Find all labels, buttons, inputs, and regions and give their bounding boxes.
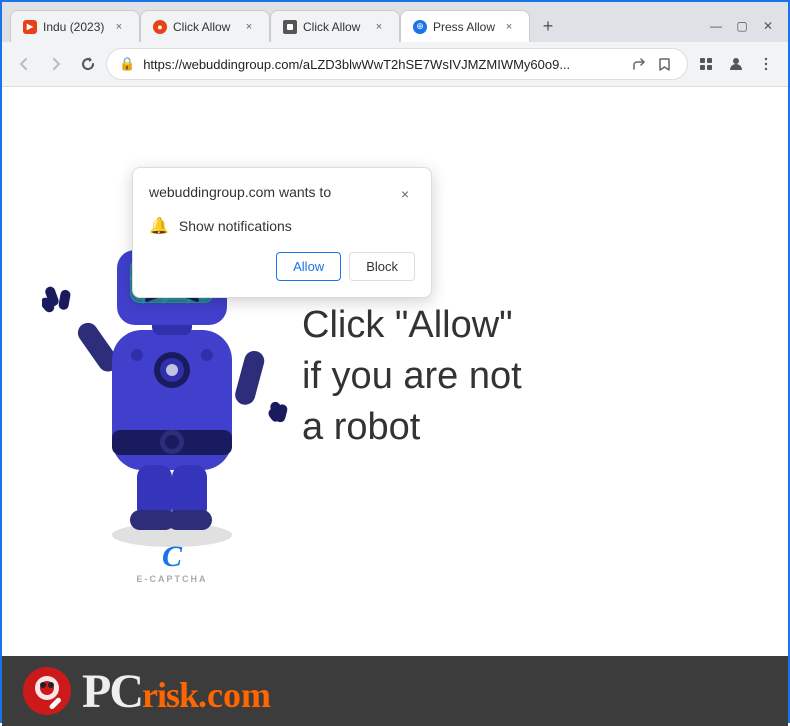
ecaptcha-section: C E-CAPTCHA: [137, 540, 208, 584]
maximize-button[interactable]: ▢: [730, 14, 754, 38]
tab-close-click2[interactable]: ×: [371, 19, 387, 35]
pcrisk-text: PC risk .com: [82, 664, 271, 719]
main-text-line2: if you are not: [302, 351, 522, 402]
pcrisk-icon: [22, 666, 72, 716]
new-tab-button[interactable]: +: [534, 12, 562, 40]
brand-bar: PC risk .com: [2, 656, 788, 726]
nav-bar: 🔒 https://webuddingroup.com/aLZD3blwWwT2…: [2, 42, 788, 86]
tab-title-indu: Indu (2023): [43, 20, 105, 34]
minimize-button[interactable]: —: [704, 14, 728, 38]
pc-text: PC: [82, 664, 142, 719]
extensions-button[interactable]: [692, 50, 720, 78]
menu-button[interactable]: [752, 50, 780, 78]
main-text: Click "Allow" if you are not a robot: [302, 300, 748, 454]
tab-indu[interactable]: ▶ Indu (2023) ×: [10, 10, 140, 42]
tab-favicon-press: ⊕: [413, 20, 427, 34]
dotcom-text: .com: [198, 674, 271, 716]
toolbar-actions: [692, 50, 780, 78]
lock-icon: 🔒: [119, 56, 135, 72]
popup-close-button[interactable]: ×: [395, 184, 415, 204]
tab-close-press[interactable]: ×: [501, 19, 517, 35]
url-text: https://webuddingroup.com/aLZD3blwWwT2hS…: [143, 57, 619, 72]
page-content: webuddingroup.com wants to × 🔔 Show noti…: [2, 87, 788, 726]
tab-press-allow[interactable]: ⊕ Press Allow ×: [400, 10, 530, 42]
tab-title-press: Press Allow: [433, 20, 495, 34]
block-button[interactable]: Block: [349, 252, 415, 281]
address-bar[interactable]: 🔒 https://webuddingroup.com/aLZD3blwWwT2…: [106, 48, 688, 80]
share-icon[interactable]: [627, 53, 649, 75]
tab-favicon-indu: ▶: [23, 20, 37, 34]
tab-bar: ▶ Indu (2023) × ● Click Allow × Click Al…: [2, 2, 788, 42]
tab-title-click1: Click Allow: [173, 20, 235, 34]
refresh-button[interactable]: [74, 50, 102, 78]
tab-close-click1[interactable]: ×: [241, 19, 257, 35]
forward-button[interactable]: [42, 50, 70, 78]
allow-button[interactable]: Allow: [276, 252, 341, 281]
notification-popup: webuddingroup.com wants to × 🔔 Show noti…: [132, 167, 432, 298]
risk-text: risk: [142, 674, 198, 716]
popup-permission: 🔔 Show notifications: [149, 216, 415, 236]
permission-label: Show notifications: [179, 218, 292, 234]
tab-title-click2: Click Allow: [303, 20, 365, 34]
bell-icon: 🔔: [149, 216, 169, 236]
bookmark-icon[interactable]: [653, 53, 675, 75]
main-text-line3: a robot: [302, 402, 522, 453]
tab-click-allow-1[interactable]: ● Click Allow ×: [140, 10, 270, 42]
popup-header: webuddingroup.com wants to ×: [149, 184, 415, 204]
ecaptcha-c-icon: C: [162, 540, 182, 574]
close-window-button[interactable]: ✕: [756, 14, 780, 38]
tab-close-indu[interactable]: ×: [111, 19, 127, 35]
popup-buttons: Allow Block: [149, 252, 415, 281]
profile-button[interactable]: [722, 50, 750, 78]
browser-chrome: ▶ Indu (2023) × ● Click Allow × Click Al…: [2, 2, 788, 87]
ecaptcha-label: E-CAPTCHA: [137, 574, 208, 584]
back-button[interactable]: [10, 50, 38, 78]
main-text-line1: Click "Allow": [302, 300, 522, 351]
popup-title: webuddingroup.com wants to: [149, 184, 331, 200]
address-actions: [627, 53, 675, 75]
tab-favicon-click1: ●: [153, 20, 167, 34]
tab-click-allow-2[interactable]: Click Allow ×: [270, 10, 400, 42]
tab-favicon-click2: [283, 20, 297, 34]
